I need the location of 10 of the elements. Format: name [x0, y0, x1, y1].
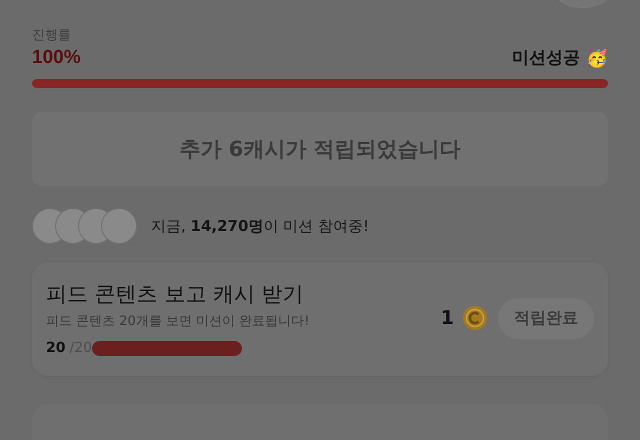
avatar [101, 208, 137, 244]
progress-percent: 100% [32, 47, 81, 69]
mission-title: 피드 콘텐츠 보고 캐시 받기 [46, 281, 305, 308]
reward-button[interactable]: 적립완료 [498, 298, 594, 338]
status-text: 미션성공 [512, 47, 580, 69]
coin-icon [462, 305, 488, 331]
progress-count: 20 [46, 340, 66, 356]
participants-text: 지금, 14,270명이 미션 참여중! [151, 216, 369, 236]
party-emoji: 🥳 [586, 46, 608, 68]
reward-amount: 1 [440, 307, 454, 329]
